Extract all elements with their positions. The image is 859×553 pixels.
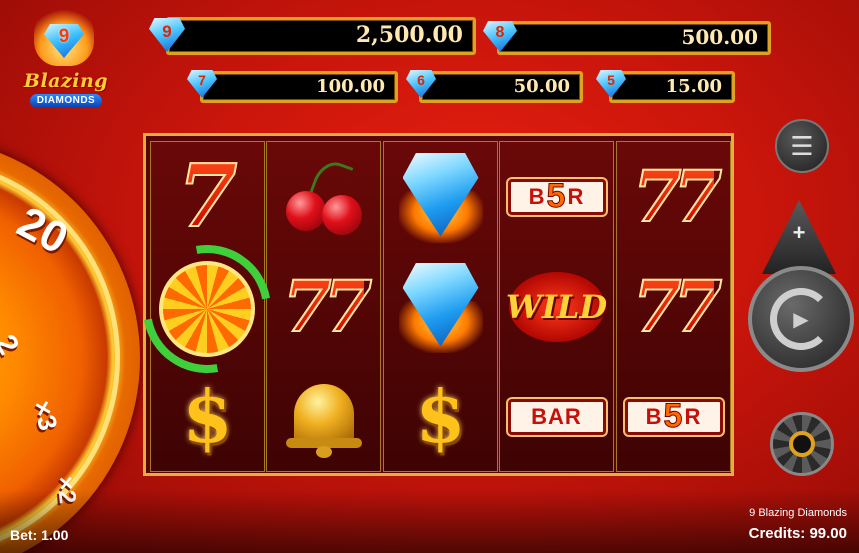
reel-2-symbol-3 (267, 362, 380, 471)
seven-symbol: 7 (177, 145, 239, 247)
credits-display: Credits: 99.00 (748, 525, 847, 542)
logo-subtitle: DIAMONDS (30, 94, 102, 108)
logo-number: 9 (58, 26, 70, 47)
dollar-symbol: $ (415, 374, 466, 459)
jackpot-9-tier: 9 (162, 22, 172, 41)
bar-five-symbol: B5R (507, 177, 606, 216)
wild-symbol: WILD (506, 271, 607, 342)
reel-4-symbol-3: BAR (500, 362, 613, 471)
autoplay-button[interactable] (770, 412, 834, 476)
plus-icon: + (792, 220, 806, 245)
reel-4: B5R WILD BAR (499, 141, 614, 472)
game-name: 9 Blazing Diamonds (749, 507, 847, 519)
reel-3-symbol-1 (384, 142, 497, 251)
bell-symbol (284, 374, 364, 460)
jackpot-5-tier: 5 (607, 72, 615, 88)
jackpot-5-value: 15.00 (665, 76, 722, 97)
jackpot-8-tier: 8 (495, 24, 505, 41)
bet-increase-button[interactable]: + (762, 200, 836, 274)
logo-title: Blazing (23, 70, 109, 92)
reel-3-symbol-3: $ (384, 362, 497, 471)
reel-2: 77 (266, 141, 381, 472)
jackpot-6-value: 50.00 (513, 76, 570, 97)
bonus-wheel-symbol (117, 219, 297, 399)
reel-5-symbol-3: B5R (617, 362, 730, 471)
dollar-symbol: $ (182, 374, 233, 459)
reel-3: $ (383, 141, 498, 472)
spin-icon: ▶ (770, 288, 832, 350)
reel-3-symbol-2 (384, 252, 497, 361)
jackpot-5-panel: 15.00 (609, 71, 735, 103)
menu-button[interactable]: ☰ (775, 119, 829, 173)
reel-4-symbol-2: WILD (500, 252, 613, 361)
double-seven-symbol: 77 (632, 154, 723, 238)
jackpot-9-value: 2,500.00 (355, 22, 463, 48)
reel-5: 77 77 B5R (616, 141, 731, 472)
bar-symbol: BAR (507, 398, 606, 435)
double-seven-symbol: 77 (632, 264, 723, 348)
spin-button[interactable]: ▶ (748, 266, 854, 372)
reel-5-symbol-1: 77 (617, 142, 730, 251)
double-seven-symbol: 77 (282, 264, 373, 348)
reel-1-symbol-3: $ (151, 362, 264, 471)
hamburger-icon: ☰ (790, 130, 814, 161)
bet-display: Bet: 1.00 (10, 527, 69, 543)
reel-1-symbol-1: 7 (151, 142, 264, 251)
diamond-symbol (393, 257, 489, 357)
jackpot-7-value: 100.00 (316, 76, 385, 97)
cherry-symbol (284, 156, 364, 237)
reel-5-symbol-2: 77 (617, 252, 730, 361)
autoplay-chip-icon (789, 431, 815, 457)
jackpot-9-panel: 2,500.00 (166, 17, 476, 55)
game-logo: 9 Blazing DIAMONDS (12, 4, 120, 116)
status-bar (0, 490, 859, 553)
jackpot-7-panel: 100.00 (200, 71, 398, 103)
reel-2-symbol-1 (267, 142, 380, 251)
bar-five-symbol: B5R (624, 397, 723, 436)
reel-4-symbol-1: B5R (500, 142, 613, 251)
game-stage: 9 Blazing DIAMONDS 2,500.00 9 500.00 8 1… (0, 0, 859, 553)
diamond-symbol (393, 147, 489, 247)
reel-2-symbol-2: 77 (267, 252, 380, 361)
jackpot-7-tier: 7 (198, 72, 206, 88)
jackpot-8-panel: 500.00 (497, 21, 771, 55)
jackpot-6-panel: 50.00 (419, 71, 583, 103)
jackpot-8-value: 500.00 (681, 25, 758, 49)
jackpot-6-tier: 6 (417, 72, 425, 88)
